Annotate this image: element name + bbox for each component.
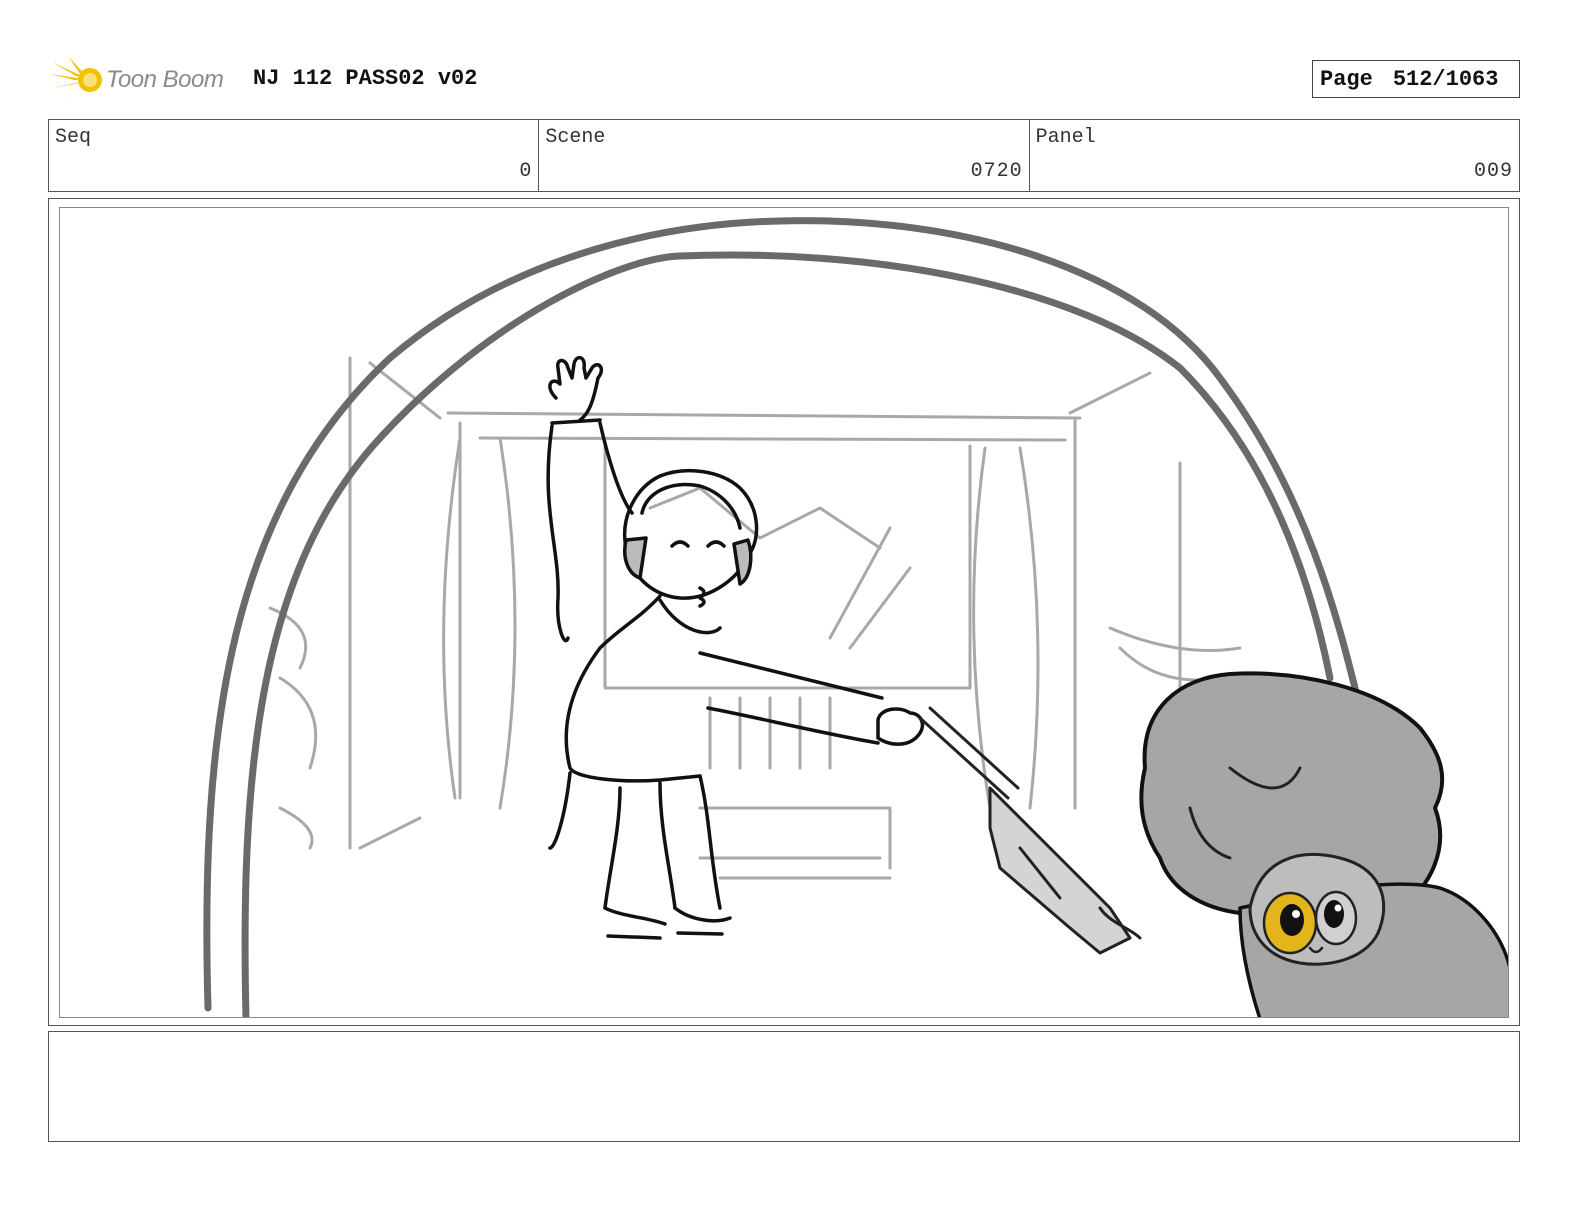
- starburst-icon: [50, 56, 102, 102]
- panel-cell: Panel 009: [1030, 120, 1519, 191]
- page-label: Page: [1320, 66, 1373, 92]
- page-number: 512/1063: [1392, 66, 1499, 92]
- panel-notes-box: [48, 1031, 1520, 1142]
- storyboard-panel: [48, 198, 1520, 1026]
- creature-character: [1139, 671, 1508, 1017]
- seq-value: 0: [519, 160, 533, 183]
- seq-label: Seq: [55, 126, 92, 149]
- storyboard-sketch: [203, 217, 1508, 1017]
- scene-cell: Scene 0720: [539, 120, 1030, 191]
- scene-info-row: Seq 0 Scene 0720 Panel 009: [48, 119, 1520, 192]
- scene-value: 0720: [970, 160, 1023, 183]
- panel-label: Panel: [1035, 126, 1096, 149]
- seq-cell: Seq 0: [49, 120, 540, 191]
- scene-label: Scene: [545, 126, 606, 149]
- toon-boom-logo: Toon Boom: [50, 54, 240, 106]
- header: Toon Boom NJ 112 PASS02 v02 Page 512/106…: [48, 50, 1520, 110]
- tunnel-arch: [203, 217, 1364, 1017]
- room-background: [268, 356, 1242, 880]
- page-indicator: Page 512/1063: [1312, 60, 1520, 98]
- document-title: NJ 112 PASS02 v02: [253, 66, 478, 91]
- vacuum-tool: [918, 706, 1142, 955]
- panel-drawing-area: [59, 207, 1509, 1018]
- logo-text: Toon Boom: [106, 66, 224, 93]
- panel-value: 009: [1473, 160, 1513, 183]
